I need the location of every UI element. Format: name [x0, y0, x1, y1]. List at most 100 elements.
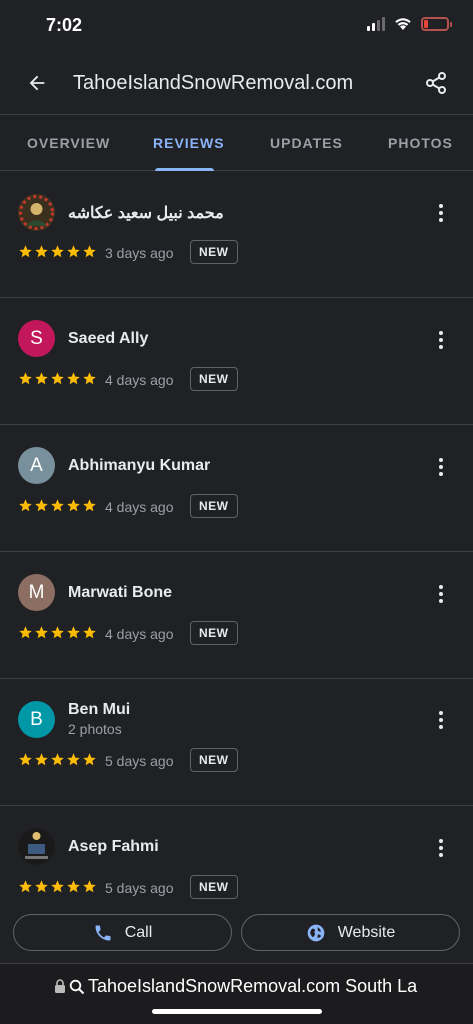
more-options-button[interactable]: [431, 201, 451, 225]
browser-url-bar[interactable]: TahoeIslandSnowRemoval.com South La: [0, 964, 473, 1024]
reviewer-name[interactable]: Ben Mui: [68, 701, 130, 719]
search-icon: [69, 979, 85, 994]
star-icon: [83, 880, 96, 893]
avatar-letter: A: [30, 454, 43, 476]
lock-icon: [55, 979, 65, 993]
star-rating: [18, 752, 97, 767]
battery-icon: [421, 16, 452, 31]
star-icon: [35, 753, 48, 766]
star-icon: [35, 626, 48, 639]
tab-photos[interactable]: PHOTOS: [388, 135, 453, 151]
star-icon: [19, 499, 32, 512]
star-rating: [18, 244, 97, 259]
website-button[interactable]: Website: [241, 914, 460, 951]
star-icon: [51, 499, 64, 512]
new-badge: NEW: [190, 875, 238, 899]
more-options-button[interactable]: [431, 328, 451, 352]
review-item: S Saeed Ally 4 days ago NEW: [0, 298, 473, 425]
home-indicator: [152, 1009, 322, 1014]
back-arrow-icon: [29, 75, 45, 91]
star-icon: [19, 626, 32, 639]
tab-overview[interactable]: OVERVIEW: [27, 135, 110, 151]
star-icon: [51, 245, 64, 258]
more-options-button[interactable]: [431, 836, 451, 860]
star-icon: [67, 626, 80, 639]
reviewer-name[interactable]: Marwati Bone: [68, 584, 172, 602]
review-item: M Marwati Bone 4 days ago NEW: [0, 552, 473, 679]
status-time: 7:02: [46, 15, 83, 35]
reviewer-photo-count: 2 photos: [68, 721, 122, 737]
page-title: TahoeIslandSnowRemoval.com: [73, 72, 354, 94]
star-icon: [67, 499, 80, 512]
avatar[interactable]: A: [18, 447, 55, 484]
avatar[interactable]: M: [18, 574, 55, 611]
new-badge: NEW: [190, 240, 238, 264]
call-button[interactable]: Call: [13, 914, 232, 951]
new-badge: NEW: [190, 621, 238, 645]
avatar[interactable]: B: [18, 701, 55, 738]
reviewer-name[interactable]: Abhimanyu Kumar: [68, 457, 210, 475]
share-icon: [426, 72, 446, 94]
star-icon: [19, 753, 32, 766]
call-label: Call: [124, 923, 153, 941]
new-badge: NEW: [190, 367, 238, 391]
status-icons: [367, 16, 452, 31]
new-badge: NEW: [190, 494, 238, 518]
star-icon: [35, 245, 48, 258]
status-bar: 7:02: [0, 0, 473, 52]
review-date: 5 days ago: [105, 880, 174, 896]
star-icon: [67, 245, 80, 258]
tab-bar: OVERVIEW REVIEWS UPDATES PHOTOS: [0, 114, 473, 171]
star-rating: [18, 498, 97, 513]
reviewer-name[interactable]: محمد نبيل سعيد عكاشه: [68, 203, 224, 223]
star-icon: [67, 880, 80, 893]
star-icon: [67, 753, 80, 766]
avatar[interactable]: [18, 194, 55, 231]
review-item: محمد نبيل سعيد عكاشه 3 days ago NEW: [0, 171, 473, 298]
star-icon: [83, 245, 96, 258]
star-icon: [83, 372, 96, 385]
more-options-button[interactable]: [431, 455, 451, 479]
star-icon: [19, 245, 32, 258]
reviewer-name[interactable]: Saeed Ally: [68, 330, 148, 348]
tab-updates[interactable]: UPDATES: [270, 135, 343, 151]
star-icon: [35, 372, 48, 385]
star-icon: [51, 372, 64, 385]
avatar-letter: B: [30, 708, 43, 730]
star-icon: [51, 880, 64, 893]
avatar[interactable]: [18, 828, 55, 865]
new-badge: NEW: [190, 748, 238, 772]
url-text: TahoeIslandSnowRemoval.com South La: [88, 976, 418, 996]
tab-reviews[interactable]: REVIEWS: [153, 135, 225, 151]
more-options-button[interactable]: [431, 708, 451, 732]
globe-icon: [307, 924, 325, 941]
reviewer-name[interactable]: Asep Fahmi: [68, 838, 159, 856]
action-bar: Call Website: [0, 904, 473, 964]
review-item: B Ben Mui 2 photos 5 days ago NEW: [0, 679, 473, 806]
star-icon: [83, 753, 96, 766]
star-icon: [35, 499, 48, 512]
website-label: Website: [337, 923, 396, 941]
profile-photo-icon: [18, 828, 55, 865]
star-icon: [83, 626, 96, 639]
review-date: 3 days ago: [105, 245, 174, 261]
more-options-button[interactable]: [431, 582, 451, 606]
star-icon: [51, 626, 64, 639]
url-row: TahoeIslandSnowRemoval.com South La: [54, 976, 417, 997]
avatar-letter: M: [28, 581, 45, 603]
star-icon: [19, 372, 32, 385]
star-icon: [67, 372, 80, 385]
star-icon: [51, 753, 64, 766]
share-button[interactable]: [419, 66, 453, 100]
avatar[interactable]: S: [18, 320, 55, 357]
profile-photo-icon: [18, 194, 55, 231]
avatar-letter: S: [30, 327, 43, 349]
app-bar: TahoeIslandSnowRemoval.com: [0, 52, 473, 114]
review-item: A Abhimanyu Kumar 4 days ago NEW: [0, 425, 473, 552]
cellular-signal-icon: [367, 16, 385, 31]
star-rating: [18, 879, 97, 894]
star-icon: [19, 880, 32, 893]
star-icon: [35, 880, 48, 893]
review-date: 4 days ago: [105, 626, 174, 642]
back-button[interactable]: [20, 66, 54, 100]
